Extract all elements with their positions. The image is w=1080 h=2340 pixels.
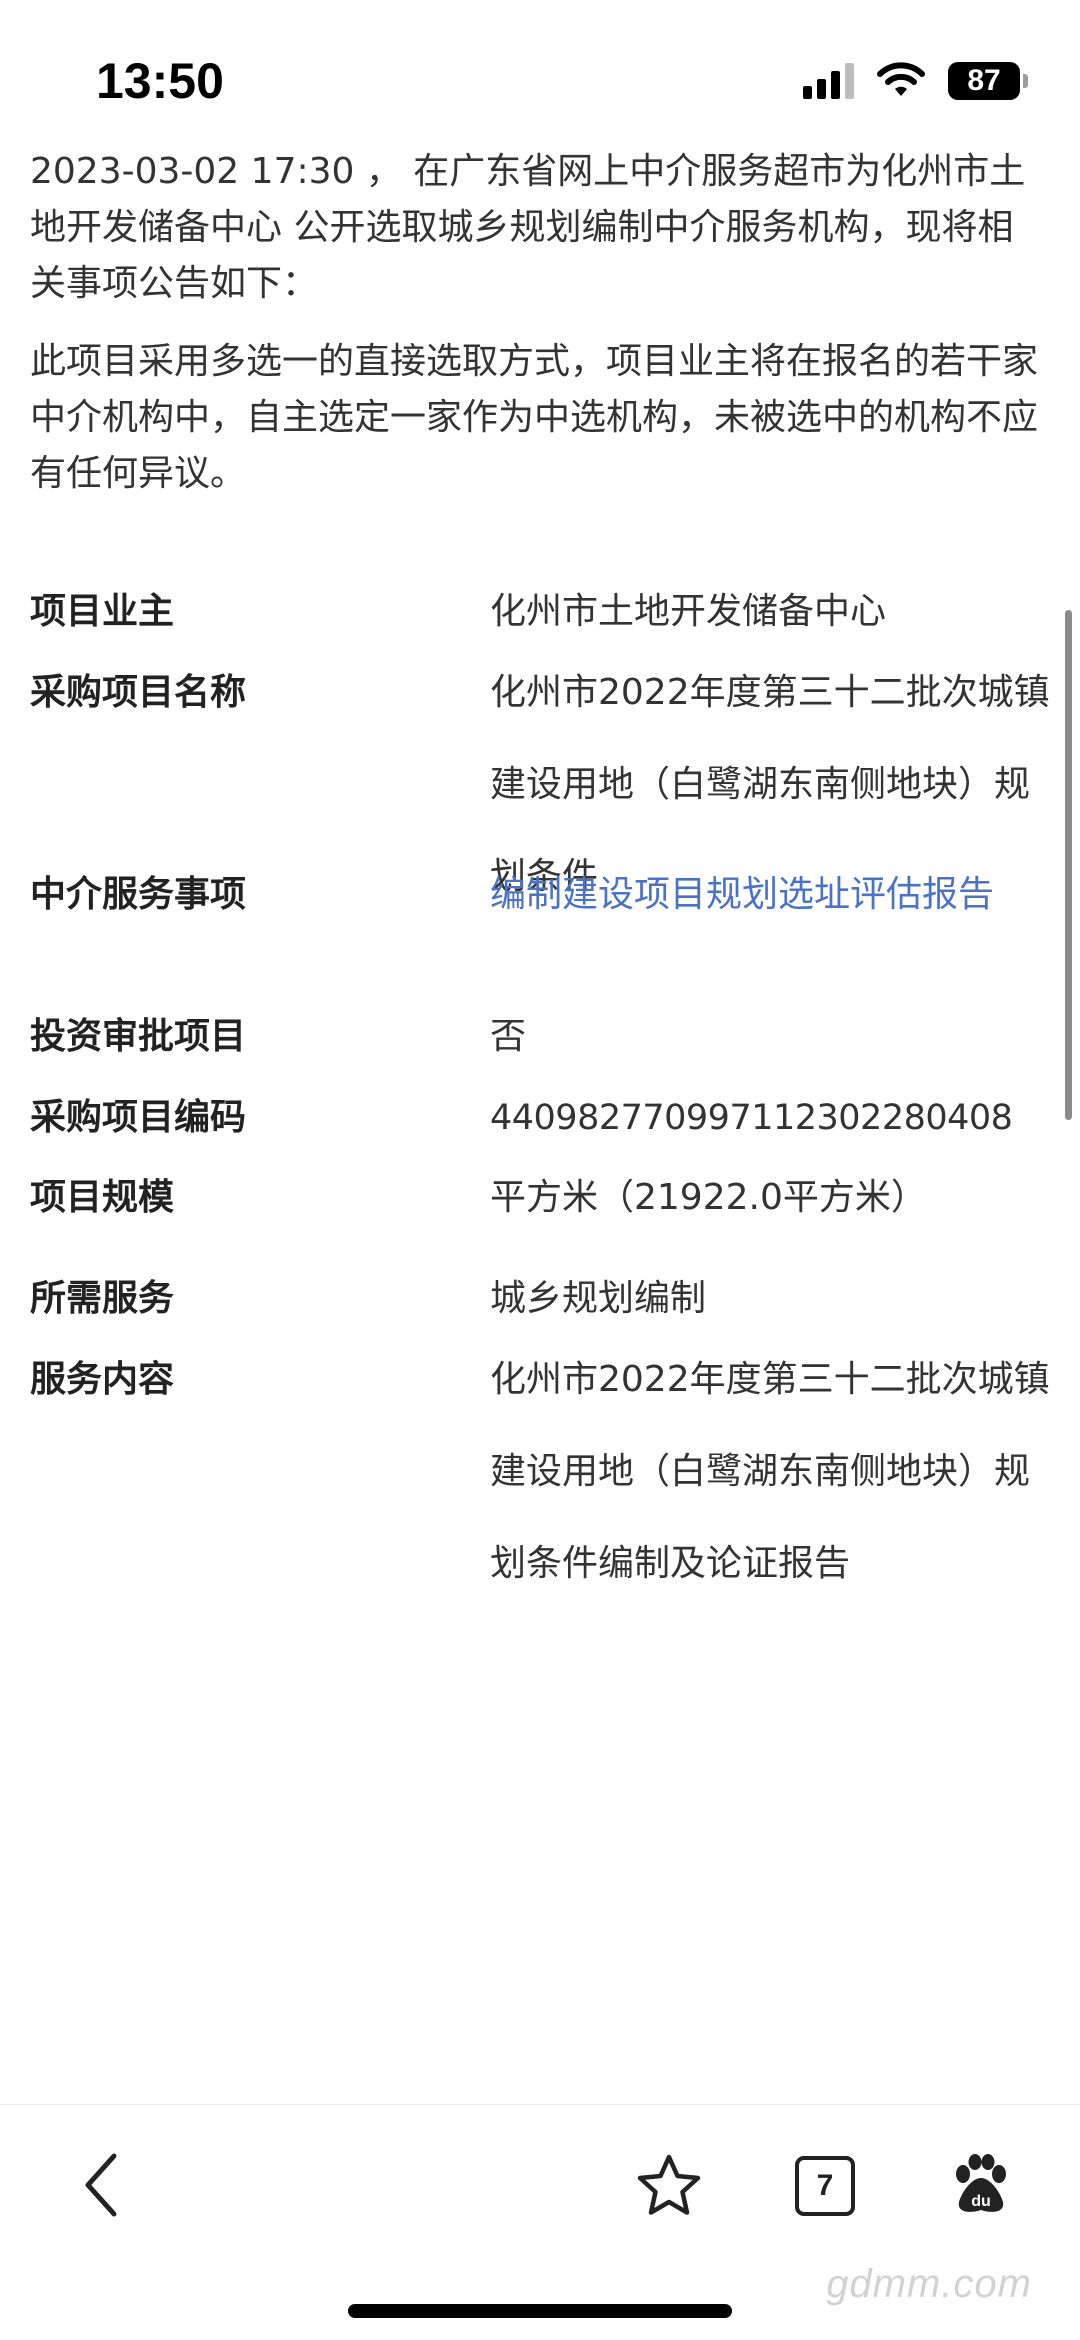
battery-level: 87 [948, 62, 1020, 100]
scrollbar[interactable] [1065, 610, 1072, 1120]
intro-paragraph-2: 此项目采用多选一的直接选取方式，项目业主将在报名的若干家中介机构中，自主选定一家… [30, 341, 1039, 494]
detail-label: 项目规模 [30, 1177, 175, 1218]
tabs-button[interactable]: 7 [792, 2153, 858, 2219]
detail-value: 平方米（21922.0平方米） [490, 1177, 927, 1218]
detail-value: 否 [490, 1016, 527, 1057]
detail-label: 投资审批项目 [30, 1016, 247, 1057]
status-bar: 13:50 87 [0, 0, 1080, 140]
wifi-icon [877, 62, 925, 96]
detail-value: 化州市2022年度第三十二批次城镇建设用地（白鹭湖东南侧地块）规划条件编制及论证… [490, 1359, 1050, 1584]
tabs-icon: 7 [795, 2156, 855, 2216]
star-icon [637, 2154, 701, 2215]
status-time: 13:50 [96, 53, 224, 109]
detail-value: 化州市土地开发储备中心 [490, 591, 887, 632]
article-intro: 2023-03-02 17:30 ， 在广东省网上中介服务超市为化州市土地开发储… [30, 140, 1040, 524]
detail-row-required-service: 所需服务 城乡规划编制 [30, 1274, 1050, 1324]
status-icons: 87 [803, 62, 1028, 100]
back-button[interactable] [70, 2145, 130, 2225]
detail-row-service-content: 服务内容 化州市2022年度第三十二批次城镇建设用地（白鹭湖东南侧地块）规划条件… [30, 1355, 1050, 1610]
detail-label: 项目业主 [30, 591, 175, 632]
baidu-paw-icon: du [956, 2154, 1006, 2212]
detail-value: 城乡规划编制 [490, 1278, 707, 1319]
svg-text:du: du [971, 2193, 991, 2210]
baidu-button[interactable]: du [948, 2145, 1014, 2225]
detail-label: 服务内容 [30, 1359, 175, 1400]
detail-row-approval: 投资审批项目 否 [30, 1012, 1050, 1062]
back-icon [85, 2153, 117, 2217]
detail-row-scale: 项目规模 平方米（21922.0平方米） [30, 1173, 1050, 1223]
detail-label: 所需服务 [30, 1278, 175, 1319]
signal-icon [803, 63, 854, 99]
home-indicator [348, 2304, 732, 2318]
intro-paragraph-1: 2023-03-02 17:30 ， 在广东省网上中介服务超市为化州市土地开发储… [30, 151, 1026, 304]
detail-value: 440982770997112302280408 [490, 1098, 1013, 1138]
detail-label: 中介服务事项 [30, 874, 247, 915]
detail-label: 采购项目编码 [30, 1097, 247, 1138]
service-item-link[interactable]: 编制建设项目规划选址评估报告 [490, 849, 1050, 941]
detail-row-service-item: 中介服务事项 编制建设项目规划选址评估报告 [30, 870, 1050, 941]
detail-row-owner: 项目业主 化州市土地开发储备中心 [30, 590, 1050, 634]
bookmark-button[interactable] [632, 2145, 706, 2225]
battery-icon: 87 [948, 62, 1028, 100]
watermark: gdmm.com [826, 2262, 1032, 2306]
detail-row-code: 采购项目编码 440982770997112302280408 [30, 1093, 1050, 1143]
